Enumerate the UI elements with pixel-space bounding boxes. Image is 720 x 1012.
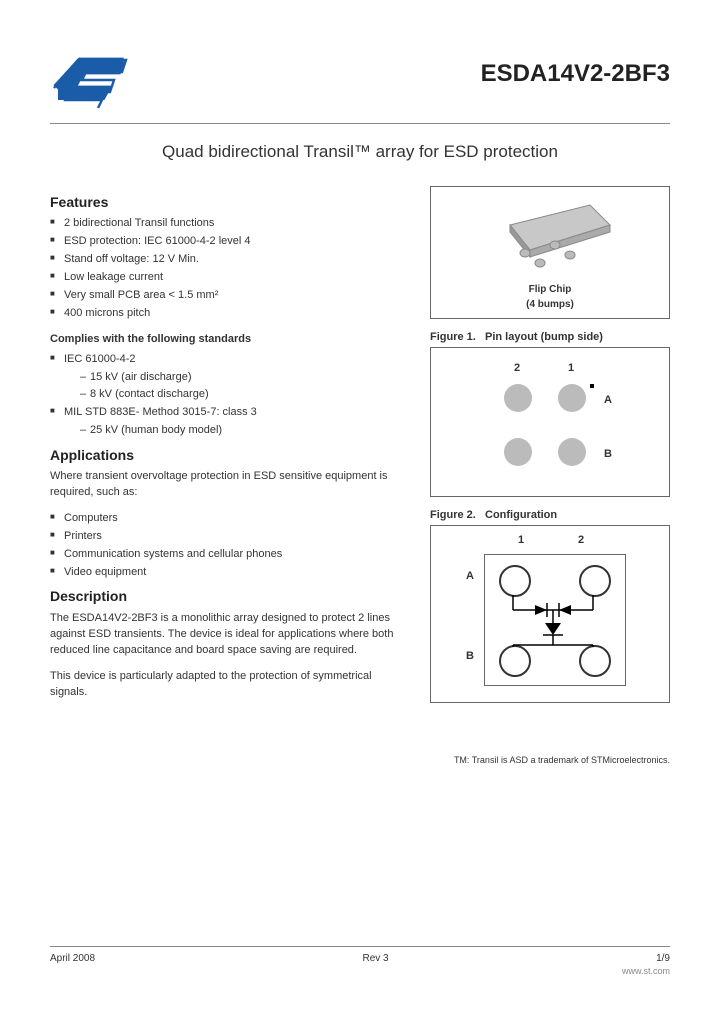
complies-label: IEC 61000-4-2 [64,353,136,365]
application-item: Video equipment [50,565,410,581]
footer-page: 1/9 [656,953,670,964]
left-column: Features 2 bidirectional Transil functio… [50,186,410,715]
cfg-col-2: 2 [578,534,584,546]
package-image-box: Flip Chip (4 bumps) [430,186,670,319]
trademark-note: TM: Transil is ASD a trademark of STMicr… [50,755,670,765]
description-p2: This device is particularly adapted to t… [50,669,410,701]
bump-2a [504,384,532,412]
features-list: 2 bidirectional Transil functions ESD pr… [50,216,410,322]
row-label-a: A [604,394,612,406]
description-p1: The ESDA14V2-2BF3 is a monolithic array … [50,611,410,659]
application-item: Communication systems and cellular phone… [50,547,410,563]
footer-date: April 2008 [50,953,95,964]
figure2-box: 1 2 A B [430,525,670,703]
applications-list: Computers Printers Communication systems… [50,511,410,581]
feature-item: 2 bidirectional Transil functions [50,216,410,232]
applications-intro: Where transient overvoltage protection i… [50,469,410,501]
cfg-chip-outline [484,554,626,686]
description-heading: Description [50,586,410,606]
complies-subitem: 25 kV (human body model) [64,423,410,439]
complies-sublist: 25 kV (human body model) [64,423,410,439]
complies-heading: Complies with the following standards [50,332,410,348]
applications-heading: Applications [50,445,410,465]
figure1-number: Figure 1. [430,331,476,343]
complies-list: IEC 61000-4-2 15 kV (air discharge) 8 kV… [50,352,410,439]
figure2-label: Figure 2. Configuration [430,509,670,521]
row-label-b: B [604,448,612,460]
col-label-2: 2 [514,362,520,374]
application-item: Printers [50,529,410,545]
package-caption-line2: (4 bumps) [439,299,661,310]
application-item: Computers [50,511,410,527]
cfg-row-a: A [466,570,474,582]
footer-url: www.st.com [50,966,670,976]
figure2-title: Configuration [485,509,557,521]
package-caption-line1: Flip Chip [439,284,661,295]
part-number: ESDA14V2-2BF3 [481,60,670,88]
feature-item: Low leakage current [50,270,410,286]
pin-layout-diagram: 2 1 A B [480,362,620,482]
main-content: Features 2 bidirectional Transil functio… [50,186,670,715]
figure2-number: Figure 2. [430,509,476,521]
bump-2b [504,438,532,466]
figure1-label: Figure 1. Pin layout (bump side) [430,331,670,343]
features-heading: Features [50,192,410,212]
cfg-row-b: B [466,650,474,662]
cfg-col-1: 1 [518,534,524,546]
document-subtitle: Quad bidirectional Transil™ array for ES… [50,142,670,162]
st-logo [50,50,130,115]
complies-subitem: 15 kV (air discharge) [64,370,410,386]
header-rule [50,123,670,124]
bump-1b [558,438,586,466]
complies-label: MIL STD 883E- Method 3015-7: class 3 [64,406,257,418]
feature-item: Stand off voltage: 12 V Min. [50,252,410,268]
complies-sublist: 15 kV (air discharge) 8 kV (contact disc… [64,370,410,403]
feature-item: ESD protection: IEC 61000-4-2 level 4 [50,234,410,250]
configuration-diagram: 1 2 A B [460,534,640,694]
orientation-dot [590,384,594,388]
complies-item: MIL STD 883E- Method 3015-7: class 3 25 … [50,405,410,439]
flip-chip-icon [470,195,630,275]
page-header: ESDA14V2-2BF3 [50,50,670,115]
feature-item: 400 microns pitch [50,306,410,322]
feature-item: Very small PCB area < 1.5 mm² [50,288,410,304]
figure1-box: 2 1 A B [430,347,670,497]
right-column: Flip Chip (4 bumps) Figure 1. Pin layout… [430,186,670,715]
diode-schematic-icon [485,555,625,685]
bump-1a [558,384,586,412]
complies-subitem: 8 kV (contact discharge) [64,387,410,403]
page-footer: April 2008 Rev 3 1/9 www.st.com [50,946,670,976]
footer-rev: Rev 3 [363,953,389,964]
figure1-title: Pin layout (bump side) [485,331,603,343]
col-label-1: 1 [568,362,574,374]
complies-item: IEC 61000-4-2 15 kV (air discharge) 8 kV… [50,352,410,403]
